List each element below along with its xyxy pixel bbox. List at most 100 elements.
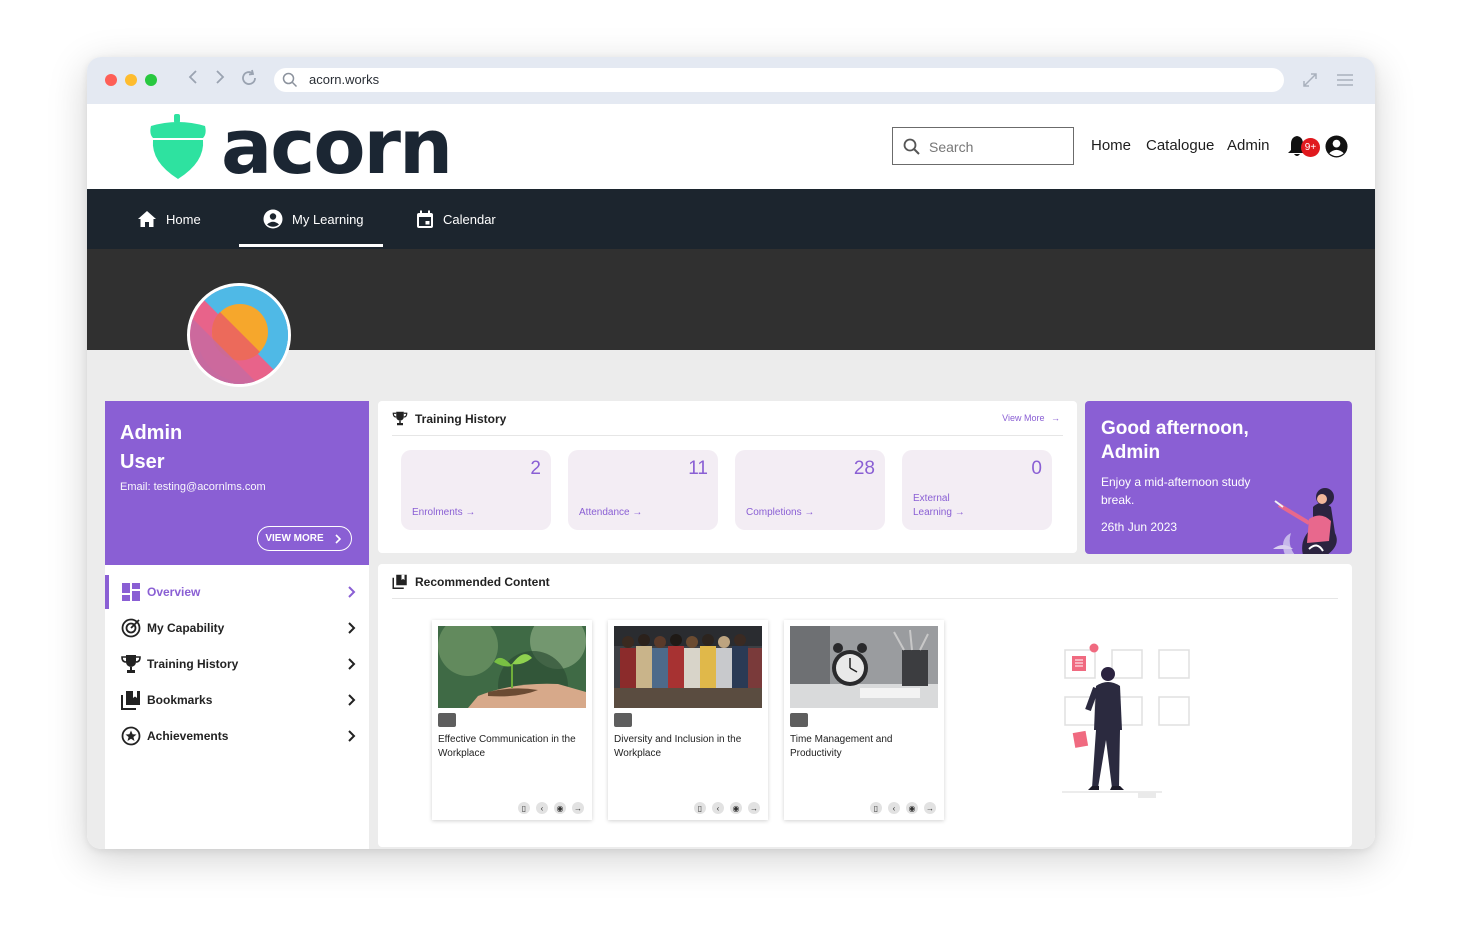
menu-item-achievements[interactable]: Achievements [105, 719, 369, 753]
menu-label-achievements: Achievements [147, 729, 229, 743]
course-title: Time Management and Productivity [790, 734, 893, 759]
menu-item-bookmarks[interactable]: Bookmarks [105, 683, 369, 717]
eye-icon[interactable]: ◉ [906, 802, 918, 814]
chevron-right-icon [348, 694, 356, 706]
bookmarks-icon [392, 574, 407, 589]
share-icon[interactable]: ‹ [536, 802, 548, 814]
training-history-card: Training History View More → 2 Enrolment… [378, 401, 1077, 553]
address-bar[interactable]: acorn.works [274, 68, 1284, 92]
eye-icon[interactable]: ◉ [554, 802, 566, 814]
browser-window: acorn.works acorn Search Home Catalogue … [87, 57, 1375, 849]
nav-home-label: Home [166, 211, 201, 227]
search-icon [282, 72, 298, 88]
course-type-icon [790, 713, 808, 727]
maximize-window-dot[interactable] [145, 74, 157, 86]
menu-icon[interactable] [1336, 72, 1354, 93]
view-more-link[interactable]: View More → [1002, 413, 1060, 423]
arrow-right-icon: → [804, 507, 815, 518]
chevron-right-icon [348, 622, 356, 634]
site-header: acorn Search Home Catalogue Admin 9+ [87, 102, 1375, 191]
eye-icon[interactable]: ◉ [730, 802, 742, 814]
bookmark-icon[interactable]: ▯ [694, 802, 706, 814]
dashboard-icon [122, 583, 140, 601]
course-title: Diversity and Inclusion in the Workplace [614, 734, 742, 759]
url-text: acorn.works [309, 72, 380, 87]
course-card[interactable]: Time Management and Productivity ▯ ‹ ◉ → [784, 620, 944, 820]
nav-my-learning[interactable]: My Learning [263, 189, 364, 249]
course-thumbnail [790, 626, 938, 708]
stat-value: 2 [530, 458, 541, 479]
home-icon [138, 211, 156, 227]
menu-label-bookmarks: Bookmarks [147, 693, 213, 707]
course-thumbnail [438, 626, 586, 708]
search-input[interactable]: Search [892, 127, 1074, 165]
notification-badge: 9+ [1301, 138, 1320, 157]
course-card[interactable]: Effective Communication in the Workplace… [432, 620, 592, 820]
share-icon[interactable]: ‹ [712, 802, 724, 814]
stat-value: 28 [853, 458, 875, 479]
forward-icon[interactable] [214, 69, 226, 89]
woman-illustration [1273, 488, 1337, 554]
stat-enrolments[interactable]: 2 Enrolments → [401, 450, 551, 530]
bookmark-icon[interactable]: ▯ [870, 802, 882, 814]
calendar-icon [417, 210, 433, 228]
account-icon[interactable] [1325, 135, 1348, 158]
chevron-right-icon [348, 730, 356, 742]
expand-icon[interactable] [1302, 72, 1318, 93]
nav-calendar[interactable]: Calendar [416, 189, 496, 249]
menu-label-overview: Overview [147, 585, 201, 599]
view-more-button[interactable]: VIEW MORE [257, 526, 352, 551]
main-nav: Home My Learning Calendar [87, 189, 1375, 249]
trophy-icon [121, 655, 141, 673]
user-card: Admin User Email: testing@acornlms.com V… [105, 401, 369, 565]
arrow-right-icon[interactable]: → [924, 802, 936, 814]
user-circle-icon [263, 209, 283, 229]
back-icon[interactable] [187, 69, 199, 89]
header-link-admin[interactable]: Admin [1227, 137, 1270, 154]
view-more-label: VIEW MORE [265, 533, 324, 544]
side-menu: Overview My Capability Training History … [105, 565, 369, 849]
logo-text[interactable]: acorn [221, 102, 453, 191]
nav-home[interactable]: Home [137, 189, 201, 249]
view-more-link-label: View More [1002, 413, 1045, 423]
man-with-boards-illustration [1062, 643, 1190, 798]
header-link-home[interactable]: Home [1091, 137, 1131, 154]
browser-toolbar: acorn.works [87, 57, 1375, 104]
training-history-title: Training History [415, 412, 507, 426]
menu-item-overview[interactable]: Overview [105, 575, 369, 609]
stat-label: Attendance → [579, 507, 643, 518]
header-link-catalogue[interactable]: Catalogue [1146, 137, 1214, 154]
chevron-right-icon [335, 533, 341, 544]
course-thumbnail [614, 626, 762, 708]
arrow-right-icon[interactable]: → [748, 802, 760, 814]
star-circle-icon [121, 726, 141, 746]
stat-completions[interactable]: 28 Completions → [735, 450, 885, 530]
menu-item-training-history[interactable]: Training History [105, 647, 369, 681]
acorn-logo-icon[interactable] [147, 114, 209, 180]
active-tab-indicator [239, 244, 383, 247]
user-first-name: Admin [120, 422, 183, 444]
course-actions: ▯ ‹ ◉ → [694, 802, 760, 814]
menu-label-training-history: Training History [147, 657, 239, 671]
card-divider [392, 598, 1338, 599]
arrow-right-icon: → [1051, 413, 1060, 423]
profile-picture[interactable] [187, 283, 291, 387]
search-icon [903, 138, 920, 155]
arrow-right-icon: → [632, 507, 643, 518]
stat-attendance[interactable]: 11 Attendance → [568, 450, 718, 530]
menu-item-my-capability[interactable]: My Capability [105, 611, 369, 645]
stat-external-learning[interactable]: 0 External Learning → [902, 450, 1052, 530]
course-card[interactable]: Diversity and Inclusion in the Workplace… [608, 620, 768, 820]
course-actions: ▯ ‹ ◉ → [870, 802, 936, 814]
arrow-right-icon[interactable]: → [572, 802, 584, 814]
bookmark-icon[interactable]: ▯ [518, 802, 530, 814]
target-icon [121, 618, 141, 638]
close-window-dot[interactable] [105, 74, 117, 86]
stat-value: 11 [688, 458, 708, 479]
chevron-right-icon [348, 658, 356, 670]
menu-label-my-capability: My Capability [147, 621, 225, 635]
greeting-card: Good afternoon, Admin Enjoy a mid-aftern… [1085, 401, 1352, 554]
reload-icon[interactable] [240, 69, 258, 91]
share-icon[interactable]: ‹ [888, 802, 900, 814]
minimize-window-dot[interactable] [125, 74, 137, 86]
